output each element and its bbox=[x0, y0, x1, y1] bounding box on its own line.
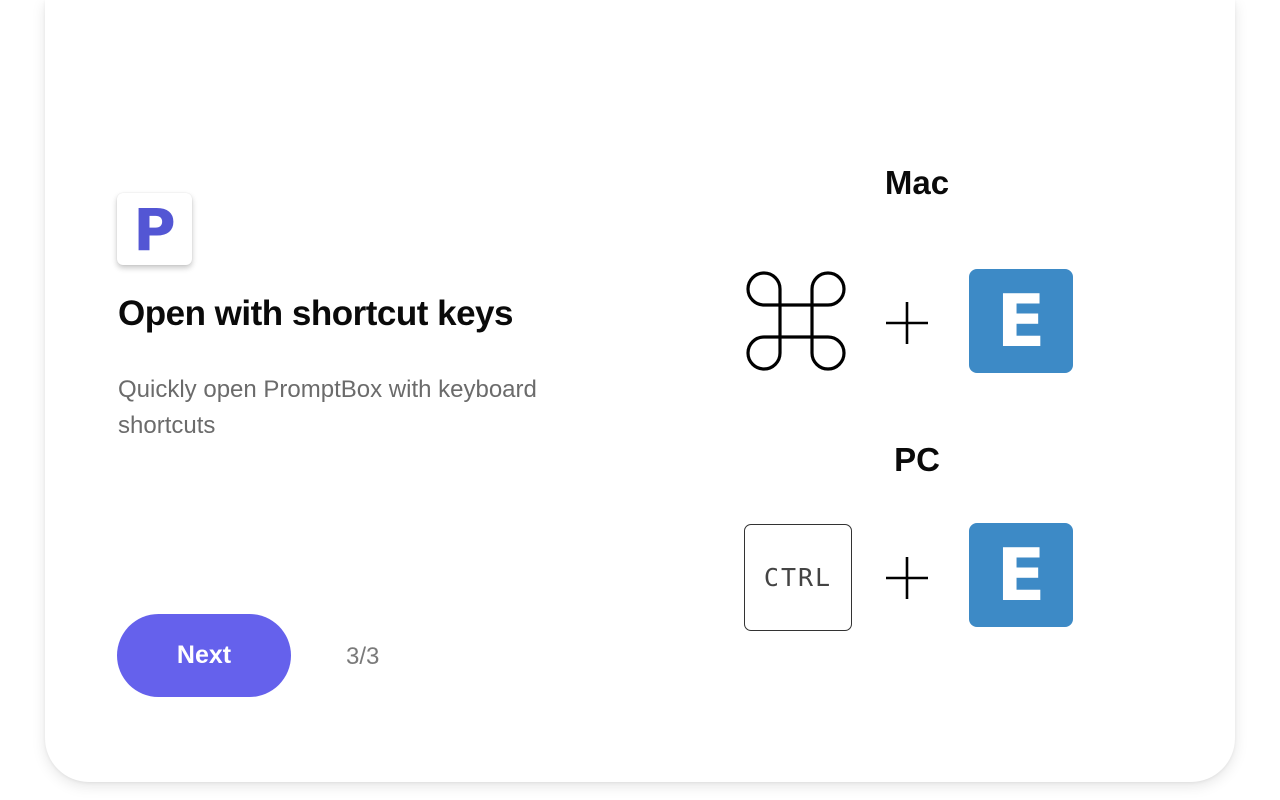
app-logo: P bbox=[117, 193, 192, 265]
e-key-mac: E bbox=[969, 269, 1073, 373]
plus-icon bbox=[884, 300, 930, 346]
e-key-mac-letter: E bbox=[996, 279, 1046, 363]
plus-icon bbox=[884, 555, 930, 601]
ctrl-key: CTRL bbox=[744, 524, 852, 631]
next-button[interactable]: Next bbox=[117, 614, 291, 697]
page-indicator: 3/3 bbox=[346, 643, 380, 670]
e-key-pc-letter: E bbox=[996, 533, 1046, 617]
mac-label: Mac bbox=[884, 164, 950, 201]
ctrl-key-label: CTRL bbox=[763, 563, 833, 592]
pc-label: PC bbox=[894, 441, 940, 478]
command-icon bbox=[744, 269, 848, 373]
onboarding-title: Open with shortcut keys bbox=[118, 294, 513, 333]
e-key-pc: E bbox=[969, 523, 1073, 627]
onboarding-subtitle: Quickly open PromptBox with keyboard sho… bbox=[118, 376, 537, 439]
app-logo-letter: P bbox=[133, 196, 176, 264]
